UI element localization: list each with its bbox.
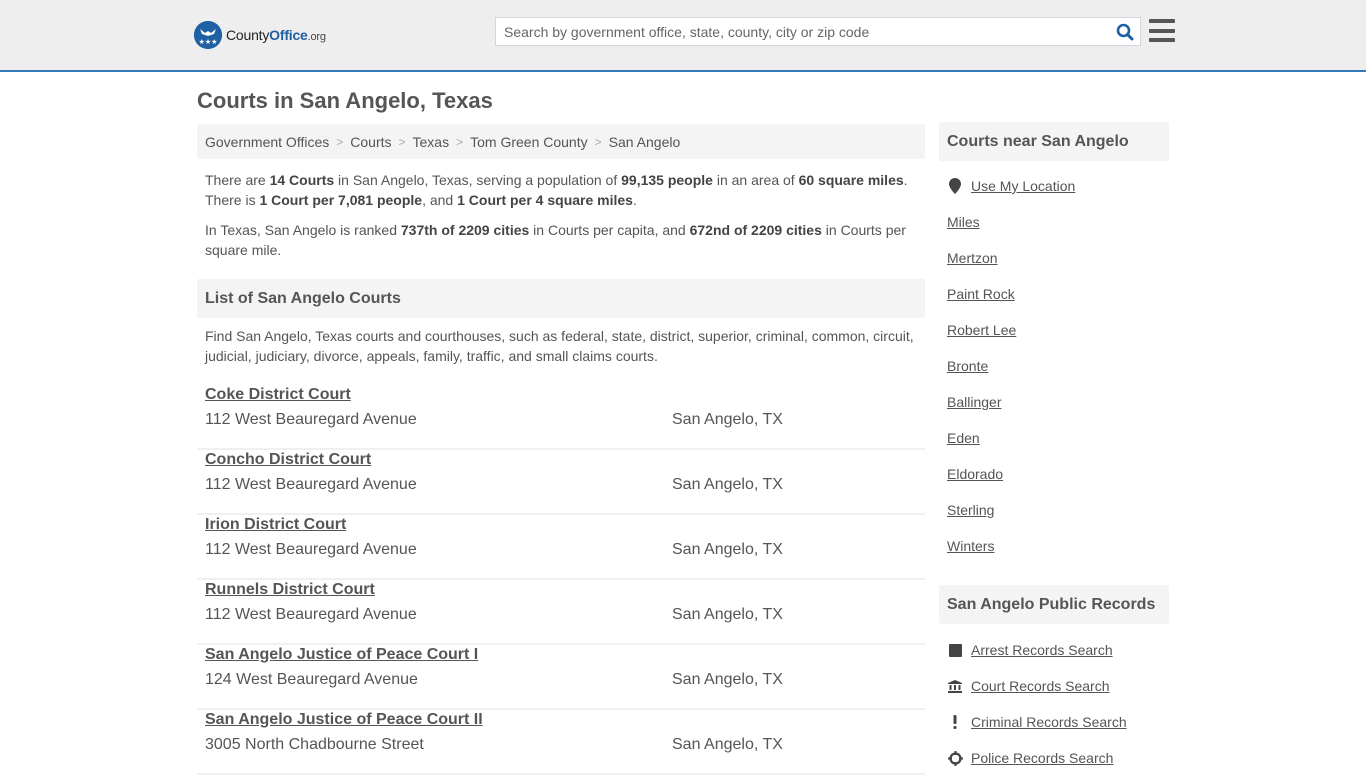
intro-paragraph-ranking: In Texas, San Angelo is ranked 737th of … xyxy=(205,222,906,258)
crosshair-icon xyxy=(947,750,963,766)
court-list: Coke District Court 112 West Beauregard … xyxy=(197,385,925,775)
public-record-item: Court Records Search xyxy=(947,668,1161,704)
court-list-item: San Angelo Justice of Peace Court I 124 … xyxy=(197,645,925,710)
breadcrumb-courts[interactable]: Courts xyxy=(350,134,391,150)
nearby-city-link[interactable]: Eldorado xyxy=(947,466,1003,482)
nearby-city-item: Paint Rock xyxy=(947,276,1161,312)
breadcrumb-separator: > xyxy=(594,134,602,149)
court-city: San Angelo, TX xyxy=(672,606,783,623)
square-icon xyxy=(947,643,963,657)
nearby-city-item: Robert Lee xyxy=(947,312,1161,348)
breadcrumb-government-offices[interactable]: Government Offices xyxy=(205,134,329,150)
hamburger-menu-button[interactable] xyxy=(1149,19,1175,42)
main-content: Government Offices > Courts > Texas > Tom G… xyxy=(197,124,925,775)
nearby-city-link[interactable]: Eden xyxy=(947,430,980,446)
court-list-item: Concho District Court 112 West Beauregar… xyxy=(197,450,925,515)
court-link[interactable]: Concho District Court xyxy=(205,451,371,469)
nearby-city-item: Mertzon xyxy=(947,240,1161,276)
court-address: 112 West Beauregard Avenue xyxy=(205,541,417,558)
court-list-item: Runnels District Court 112 West Beaurega… xyxy=(197,580,925,645)
logo-text: CountyOffice.org xyxy=(226,27,326,43)
public-record-item: Police Records Search xyxy=(947,740,1161,776)
public-records-heading: San Angelo Public Records xyxy=(939,585,1169,624)
intro-stats: There are 14 Courts in San Angelo, Texas… xyxy=(197,170,925,260)
nearby-city-link[interactable]: Bronte xyxy=(947,358,988,374)
search-bar xyxy=(495,17,1141,46)
courts-near-heading: Courts near San Angelo xyxy=(939,122,1169,161)
breadcrumb-separator: > xyxy=(456,134,464,149)
breadcrumb-san-angelo[interactable]: San Angelo xyxy=(609,134,681,150)
svg-text:★★★: ★★★ xyxy=(199,38,218,46)
breadcrumb-separator: > xyxy=(336,134,344,149)
court-list-item: Irion District Court 112 West Beauregard… xyxy=(197,515,925,580)
public-records-list: Arrest Records Search Court Records Sear… xyxy=(939,632,1169,776)
court-records-link[interactable]: Court Records Search xyxy=(971,678,1110,694)
court-city: San Angelo, TX xyxy=(672,736,783,753)
court-link[interactable]: Coke District Court xyxy=(205,386,351,404)
court-list-heading: List of San Angelo Courts xyxy=(197,279,925,318)
court-address: 112 West Beauregard Avenue xyxy=(205,606,417,623)
site-header: ★★★ CountyOffice.org xyxy=(0,0,1366,72)
nearby-city-item: Sterling xyxy=(947,492,1161,528)
nearby-city-link[interactable]: Robert Lee xyxy=(947,322,1016,338)
use-my-location-link[interactable]: Use My Location xyxy=(971,178,1075,194)
court-address: 3005 North Chadbourne Street xyxy=(205,736,424,753)
court-city: San Angelo, TX xyxy=(672,541,783,558)
court-link[interactable]: Irion District Court xyxy=(205,516,346,534)
page-title: Courts in San Angelo, Texas xyxy=(197,88,493,113)
nearby-city-item: Winters xyxy=(947,528,1161,564)
nearby-city-link[interactable]: Mertzon xyxy=(947,250,998,266)
map-marker-icon xyxy=(947,178,963,194)
courthouse-icon xyxy=(947,679,963,693)
court-list-item: Coke District Court 112 West Beauregard … xyxy=(197,385,925,450)
breadcrumb-texas[interactable]: Texas xyxy=(413,134,450,150)
nearby-city-link[interactable]: Paint Rock xyxy=(947,286,1015,302)
breadcrumb-separator: > xyxy=(398,134,406,149)
menu-bar-icon xyxy=(1149,19,1175,23)
search-input[interactable] xyxy=(496,18,1110,45)
search-icon xyxy=(1116,23,1134,40)
police-records-link[interactable]: Police Records Search xyxy=(971,750,1113,766)
court-city: San Angelo, TX xyxy=(672,411,783,428)
public-record-item: Arrest Records Search xyxy=(947,632,1161,668)
search-button[interactable] xyxy=(1110,18,1140,45)
menu-bar-icon xyxy=(1149,38,1175,42)
court-city: San Angelo, TX xyxy=(672,476,783,493)
sidebar: Courts near San Angelo Use My Location M… xyxy=(939,122,1169,776)
nearby-city-item: Ballinger xyxy=(947,384,1161,420)
nearby-city-link[interactable]: Sterling xyxy=(947,502,994,518)
nearby-city-link[interactable]: Miles xyxy=(947,214,980,230)
nearby-city-link[interactable]: Ballinger xyxy=(947,394,1001,410)
breadcrumb-tom-green-county[interactable]: Tom Green County xyxy=(470,134,588,150)
breadcrumb: Government Offices > Courts > Texas > Tom G… xyxy=(197,124,925,159)
court-address: 124 West Beauregard Avenue xyxy=(205,671,418,688)
use-my-location-item: Use My Location xyxy=(947,168,1161,204)
court-address: 112 West Beauregard Avenue xyxy=(205,411,417,428)
site-logo[interactable]: ★★★ CountyOffice.org xyxy=(194,21,326,49)
intro-paragraph-population: There are 14 Courts in San Angelo, Texas… xyxy=(205,172,908,208)
criminal-records-link[interactable]: Criminal Records Search xyxy=(971,714,1127,730)
court-list-description: Find San Angelo, Texas courts and courth… xyxy=(205,328,914,364)
court-link[interactable]: San Angelo Justice of Peace Court II xyxy=(205,711,483,729)
nearby-city-item: Eldorado xyxy=(947,456,1161,492)
logo-emblem-icon: ★★★ xyxy=(194,21,222,49)
nearby-city-item: Bronte xyxy=(947,348,1161,384)
court-link[interactable]: Runnels District Court xyxy=(205,581,375,599)
menu-bar-icon xyxy=(1149,28,1175,33)
exclamation-icon xyxy=(947,715,963,729)
court-link[interactable]: San Angelo Justice of Peace Court I xyxy=(205,646,478,664)
court-address: 112 West Beauregard Avenue xyxy=(205,476,417,493)
nearby-city-item: Eden xyxy=(947,420,1161,456)
nearby-city-link[interactable]: Winters xyxy=(947,538,994,554)
public-record-item: Criminal Records Search xyxy=(947,704,1161,740)
nearby-cities-list: Use My Location Miles Mertzon Paint Rock… xyxy=(939,168,1169,564)
nearby-city-item: Miles xyxy=(947,204,1161,240)
court-list-item: San Angelo Justice of Peace Court II 300… xyxy=(197,710,925,775)
arrest-records-link[interactable]: Arrest Records Search xyxy=(971,642,1113,658)
court-city: San Angelo, TX xyxy=(672,671,783,688)
